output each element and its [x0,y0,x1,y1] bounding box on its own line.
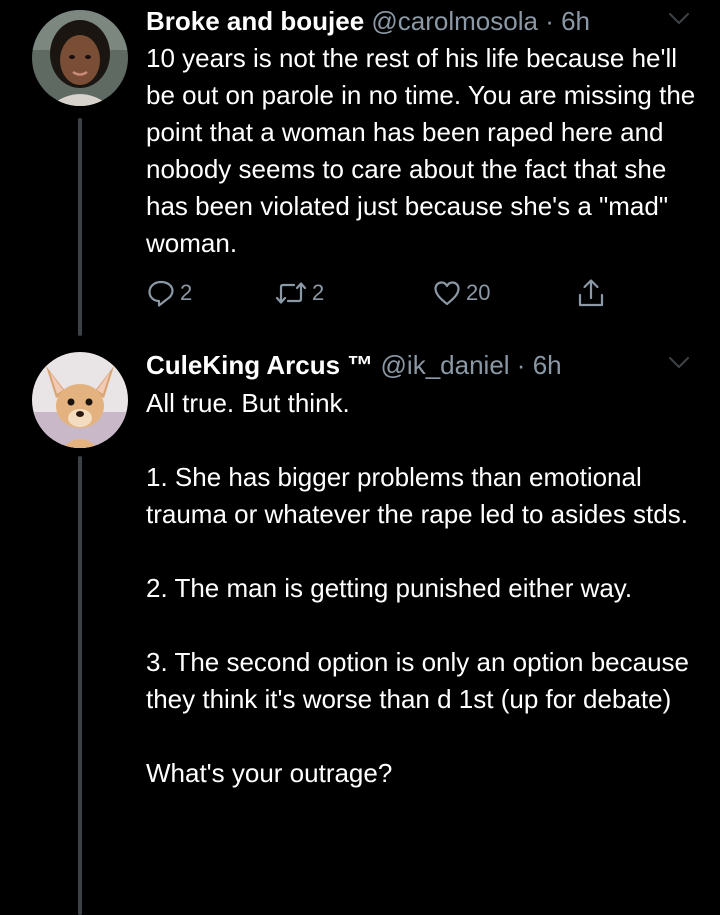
handle[interactable]: @carolmosola [371,6,538,36]
tweet-text: 10 years is not the rest of his life bec… [146,40,706,262]
reply-button[interactable]: 2 [146,276,192,310]
tweet-actions: 2 2 20 [146,276,626,310]
reply-icon [148,280,174,307]
tweet-paragraph: 10 years is not the rest of his life bec… [146,43,696,258]
retweet-button[interactable]: 2 [274,276,324,310]
caret-down-icon[interactable] [668,356,690,370]
share-button[interactable] [576,276,606,310]
tweet-paragraph: All true. But think. [146,388,350,418]
timestamp[interactable]: 6h [561,6,590,36]
reply-count: 2 [180,280,193,305]
handle[interactable]: @ik_daniel [381,350,510,380]
tweet-text: All true. But think. 1. She has bigger p… [146,385,706,792]
retweet-icon [275,282,307,304]
share-icon [578,279,604,307]
tweet-paragraph: 2. The man is getting punished either wa… [146,573,633,603]
like-button[interactable]: 20 [432,276,490,310]
display-name[interactable]: Broke and boujee [146,6,364,36]
separator-dot: · [516,350,526,380]
timestamp[interactable]: 6h [533,350,562,380]
tweet-paragraph: What's your outrage? [146,758,393,788]
like-count: 20 [466,280,491,305]
retweet-count: 2 [312,280,325,305]
display-name[interactable]: CuleKing Arcus ™ [146,350,373,380]
tweet[interactable]: Broke and boujee @carolmosola · 6h 10 ye… [0,0,720,340]
thread-line [78,456,82,915]
tweet-paragraph: 3. The second option is only an option b… [146,647,690,714]
caret-down-icon[interactable] [668,12,690,26]
tweet-paragraph: 1. She has bigger problems than emotiona… [146,462,688,529]
tweet[interactable]: CuleKing Arcus ™ @ik_daniel · 6h All tru… [0,340,720,915]
separator-dot: · [545,6,554,36]
avatar[interactable] [32,352,128,448]
avatar[interactable] [32,10,128,106]
tweet-header: CuleKing Arcus ™ @ik_daniel · 6h [146,347,562,383]
thread-line [78,118,82,336]
tweet-header: Broke and boujee @carolmosola · 6h [146,3,590,39]
heart-icon [434,281,460,306]
